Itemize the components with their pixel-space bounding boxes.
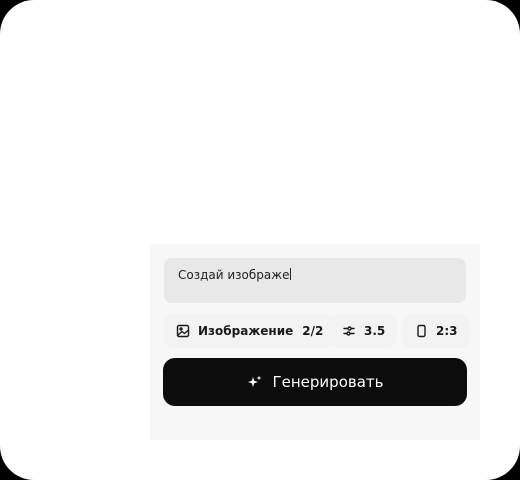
aspect-ratio-button[interactable]: 2:3: [402, 314, 470, 348]
portrait-ratio-icon: [414, 324, 428, 338]
quality-value: 3.5: [364, 324, 386, 338]
image-count-label: Изображение: [198, 324, 294, 338]
aspect-ratio-value: 2:3: [436, 324, 458, 338]
sparkles-icon: [247, 374, 263, 390]
prompt-text: Создай изображе: [178, 268, 290, 282]
quality-button[interactable]: 3.5: [330, 314, 398, 348]
image-count-value: 2/2: [302, 324, 324, 338]
generate-label: Генерировать: [272, 373, 384, 391]
generate-button[interactable]: Генерировать: [163, 358, 467, 406]
app-card: Создай изображе Изображение 2/2 3.5 2:3 …: [0, 0, 520, 480]
image-icon: [176, 324, 190, 338]
generation-panel: Создай изображе Изображение 2/2 3.5 2:3 …: [150, 244, 480, 440]
sliders-icon: [342, 324, 356, 338]
options-row: Изображение 2/2 3.5 2:3: [164, 314, 470, 348]
text-caret: [290, 268, 292, 280]
prompt-input[interactable]: Создай изображе: [164, 258, 466, 303]
image-count-button[interactable]: Изображение 2/2: [164, 314, 336, 348]
